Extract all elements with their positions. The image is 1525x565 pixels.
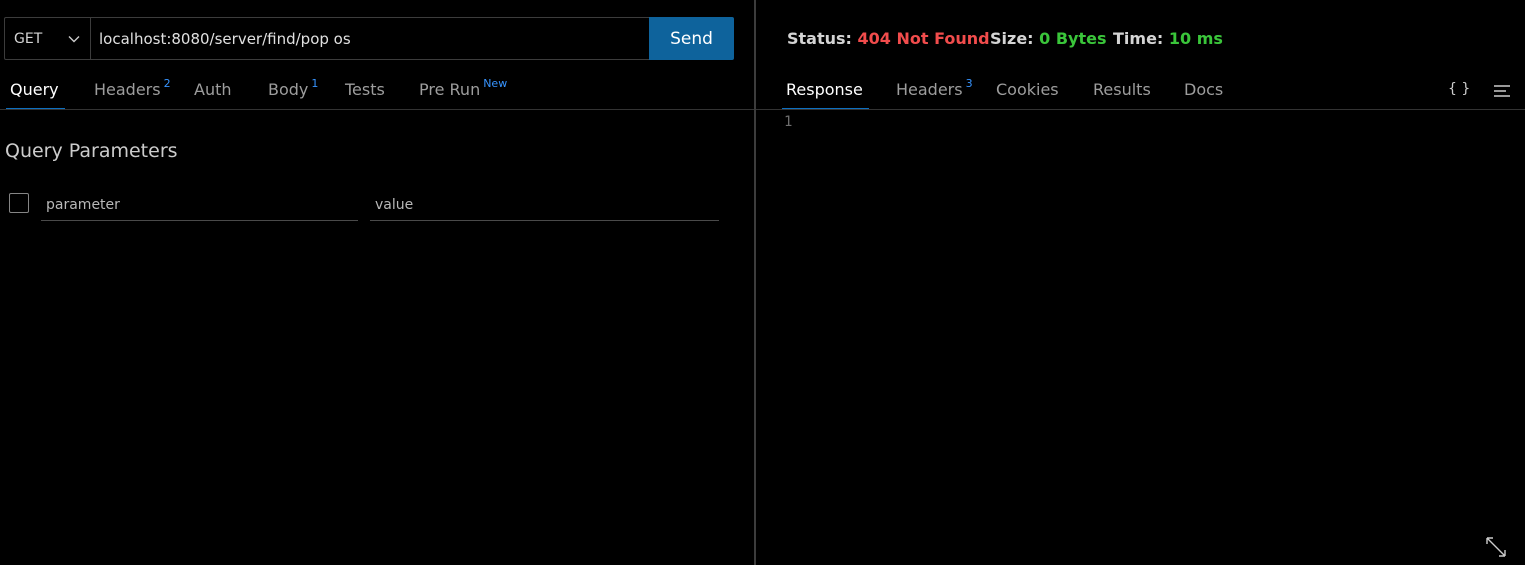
method-select[interactable]: GET	[4, 17, 91, 60]
status-indicator: Status: 404 Not Found	[787, 29, 990, 48]
tab-label: Response	[786, 79, 863, 99]
tab-body[interactable]: Body 1	[268, 68, 318, 110]
status-value: 404 Not Found	[857, 29, 990, 48]
tab-label: Auth	[194, 79, 232, 99]
url-value: localhost:8080/server/find/pop os	[99, 29, 351, 48]
tab-label: Pre Run	[419, 79, 481, 99]
tab-response[interactable]: Response	[782, 68, 869, 110]
tab-label: Tests	[345, 79, 385, 99]
chevron-down-icon	[68, 36, 80, 43]
size-indicator: Size: 0 Bytes	[990, 29, 1107, 48]
response-pane: Status: 404 Not Found Size: 0 Bytes Time…	[756, 0, 1525, 565]
line-number: 1	[784, 114, 793, 130]
status-label: Status:	[787, 29, 852, 48]
tab-tests[interactable]: Tests	[345, 68, 385, 110]
url-input[interactable]: localhost:8080/server/find/pop os	[90, 17, 650, 60]
size-label: Size:	[990, 29, 1034, 48]
tab-label: Query	[10, 79, 59, 99]
tab-headers[interactable]: Headers 2	[94, 68, 171, 110]
tab-results[interactable]: Results	[1093, 68, 1151, 110]
app-root: GET localhost:8080/server/find/pop os Se…	[0, 0, 1525, 565]
param-enable-checkbox[interactable]	[9, 193, 29, 213]
tab-divider	[0, 109, 754, 110]
time-indicator: Time: 10 ms	[1113, 29, 1223, 48]
tab-label: Headers	[896, 79, 963, 99]
param-name-input[interactable]	[41, 190, 358, 221]
tab-cookies[interactable]: Cookies	[996, 68, 1059, 110]
expand-icon[interactable]	[1484, 535, 1508, 559]
tab-badge: 2	[163, 76, 171, 90]
tab-pre-run[interactable]: Pre Run New	[419, 68, 507, 110]
send-button[interactable]: Send	[649, 17, 734, 60]
lines-icon[interactable]	[1493, 84, 1511, 98]
tab-label: Results	[1093, 79, 1151, 99]
format-json-icon[interactable]: { }	[1448, 81, 1470, 97]
tab-label: Body	[268, 79, 309, 99]
tab-divider	[756, 109, 1525, 110]
method-value: GET	[14, 30, 43, 47]
tab-label: Headers	[94, 79, 161, 99]
tab-docs[interactable]: Docs	[1184, 68, 1223, 110]
time-value: 10 ms	[1168, 29, 1223, 48]
tab-label: Docs	[1184, 79, 1224, 99]
param-value-input[interactable]	[370, 190, 719, 221]
query-parameters-title: Query Parameters	[5, 140, 178, 162]
time-label: Time:	[1113, 29, 1164, 48]
size-value: 0 Bytes	[1039, 29, 1107, 48]
tab-badge: 1	[311, 76, 319, 90]
tab-badge: 3	[965, 76, 973, 90]
tab-auth[interactable]: Auth	[194, 68, 232, 110]
tab-label: Cookies	[996, 79, 1059, 99]
tab-badge: New	[483, 76, 508, 90]
tab-query[interactable]: Query	[6, 68, 65, 110]
tab-response-headers[interactable]: Headers 3	[896, 68, 973, 110]
request-pane: GET localhost:8080/server/find/pop os Se…	[0, 0, 754, 565]
